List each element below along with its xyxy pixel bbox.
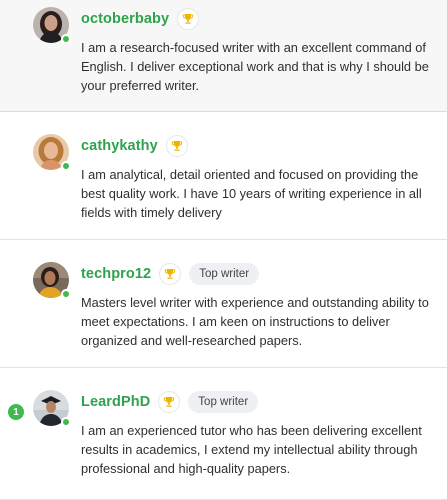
writer-bio: I am analytical, detail oriented and foc…	[81, 167, 422, 220]
trophy-icon	[158, 391, 181, 413]
writer-card[interactable]: cathykathy I am analytical, detail orien…	[0, 112, 447, 240]
online-status-icon	[61, 161, 71, 171]
writer-username[interactable]: LeardPhD	[81, 394, 150, 410]
writer-bio: I am an experienced tutor who has been d…	[81, 423, 422, 476]
online-status-icon	[61, 417, 71, 427]
top-writer-badge: Top writer	[189, 263, 260, 285]
online-status-icon	[61, 289, 71, 299]
writer-username[interactable]: octoberbaby	[81, 11, 169, 27]
writer-card[interactable]: octoberbaby I am a research-focused writ…	[0, 0, 447, 112]
trophy-icon	[165, 135, 188, 157]
writer-username[interactable]: techpro12	[81, 266, 151, 282]
writer-card[interactable]: techpro12 Top writer Masters level write…	[0, 240, 447, 368]
writer-card[interactable]: 1 LeardPhD Top writer I am an experience…	[0, 368, 447, 500]
online-status-icon	[61, 34, 71, 44]
avatar[interactable]	[33, 134, 71, 171]
top-writer-badge: Top writer	[188, 391, 259, 413]
writer-username[interactable]: cathykathy	[81, 138, 158, 154]
writer-bio: I am a research-focused writer with an e…	[81, 40, 429, 93]
notification-count: 1	[8, 404, 24, 420]
trophy-icon	[177, 8, 200, 30]
writer-bio: Masters level writer with experience and…	[81, 295, 429, 348]
avatar[interactable]	[33, 390, 71, 427]
writer-list: octoberbaby I am a research-focused writ…	[0, 0, 447, 500]
trophy-icon	[159, 263, 182, 285]
avatar[interactable]	[33, 262, 71, 299]
avatar[interactable]	[33, 7, 71, 44]
